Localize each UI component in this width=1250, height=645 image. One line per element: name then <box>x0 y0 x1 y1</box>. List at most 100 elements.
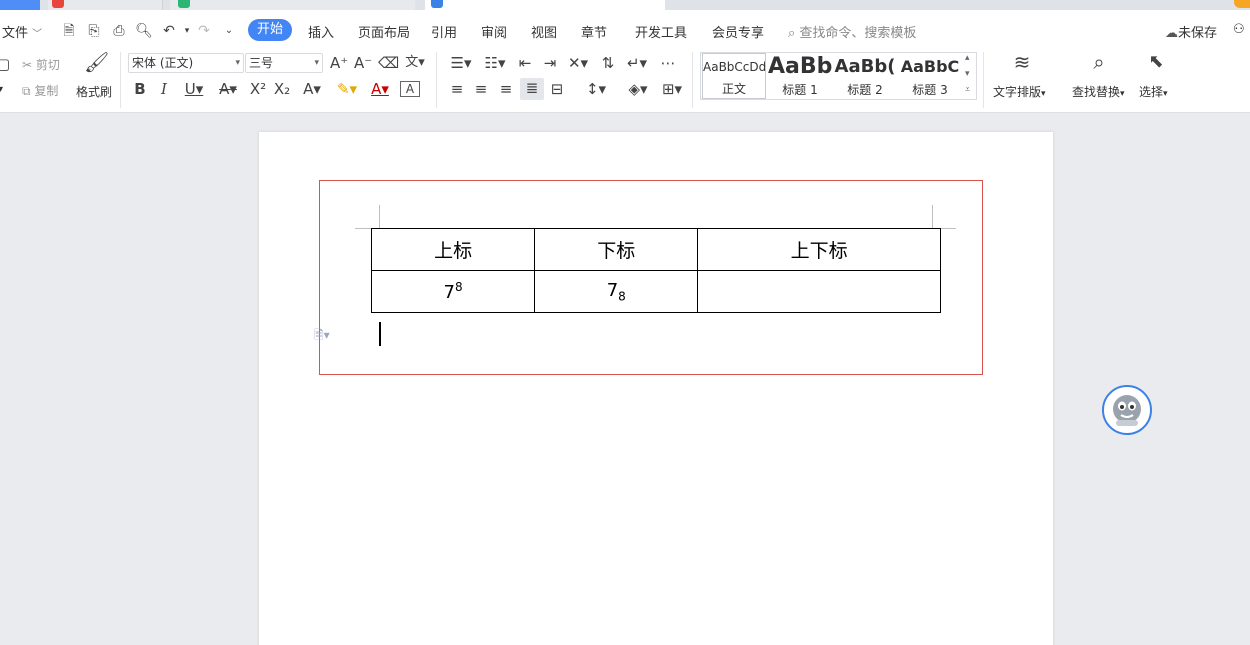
find-replace-icon[interactable]: ⌕ <box>1087 52 1111 78</box>
styles-scroll-down-icon[interactable]: ▾ <box>965 69 970 79</box>
find-replace-button[interactable]: 查找替换▾ <box>1072 83 1125 100</box>
tab-start[interactable]: 开始 <box>248 19 292 41</box>
cursor-select-icon[interactable]: ⬉ <box>1146 52 1166 78</box>
cloud-icon: ☁ <box>1165 26 1178 41</box>
copy-button[interactable]: ⧉ 复制 <box>22 82 58 99</box>
user-icon[interactable]: ⚇ <box>1233 22 1245 37</box>
shading-icon[interactable]: ◈▾ <box>624 79 652 99</box>
text-layout-icon[interactable]: ≋ <box>1010 52 1034 78</box>
table-header-cell[interactable]: 上标 <box>370 228 536 271</box>
bullet-list-icon[interactable]: ☰▾ <box>448 53 474 73</box>
window-tab-strip <box>0 0 1250 10</box>
borders-icon[interactable]: ⊞▾ <box>658 79 686 99</box>
tab-document-active[interactable] <box>425 0 665 10</box>
command-search-placeholder: 查找命令、搜索模板 <box>799 26 917 41</box>
align-left-icon[interactable]: ≡ <box>448 79 466 99</box>
table-header-cell[interactable]: 上下标 <box>697 228 941 271</box>
align-center-icon[interactable]: ≡ <box>472 79 490 99</box>
save-status[interactable]: ☁未保存 <box>1165 22 1217 41</box>
paste-dropdown-icon[interactable]: ▾ <box>0 84 3 95</box>
justify-icon[interactable]: ≣ <box>520 78 544 100</box>
styles-scroll-up-icon[interactable]: ▴ <box>965 53 970 63</box>
font-name-select[interactable]: 宋体 (正文) ▾ <box>128 53 244 73</box>
distribute-icon[interactable]: ⊟ <box>548 79 566 99</box>
crop-mark <box>379 205 380 229</box>
supsub-cell[interactable] <box>697 270 941 313</box>
print-preview-icon[interactable]: 🔍︎ <box>135 22 153 40</box>
subscript-cell[interactable]: 78 <box>534 270 699 313</box>
tab-references[interactable]: 引用 <box>431 22 457 41</box>
export-pdf-icon[interactable]: ⎘ <box>85 22 103 40</box>
line-spacing-icon[interactable]: ↕▾ <box>582 79 610 99</box>
undo-dropdown-icon[interactable]: ▾ <box>178 22 196 40</box>
document-table[interactable]: 上标 下标 上下标 78 78 <box>370 228 941 313</box>
style-normal[interactable]: AaBbCcDd 正文 <box>702 53 766 99</box>
align-right-icon[interactable]: ≡ <box>497 79 515 99</box>
assistant-icon[interactable] <box>1102 385 1152 435</box>
redo-icon[interactable]: ↷ <box>195 22 213 40</box>
document-page[interactable]: 上标 下标 上下标 78 78 🗎▾ <box>259 132 1053 645</box>
tab-home[interactable] <box>0 0 40 10</box>
tab-view[interactable]: 视图 <box>531 22 557 41</box>
sort-icon[interactable]: ⇅ <box>598 53 618 73</box>
underline-icon[interactable]: U▾ <box>180 79 208 99</box>
superscript-cell[interactable]: 78 <box>370 270 536 313</box>
save-icon[interactable]: 🗎 <box>60 22 78 40</box>
menu-file[interactable]: 文件 ﹀ <box>2 22 42 41</box>
group-divider <box>120 52 121 108</box>
print-icon[interactable]: ⎙ <box>110 22 128 40</box>
decrease-font-icon[interactable]: A⁻ <box>354 53 372 73</box>
text-layout-button[interactable]: 文字排版▾ <box>993 83 1046 100</box>
tab-document-1[interactable] <box>48 0 163 10</box>
format-painter-button[interactable]: 格式刷 <box>76 83 112 100</box>
styles-more-icon[interactable]: ⩡ <box>965 85 970 95</box>
phonetic-guide-icon[interactable]: 文▾ <box>402 53 428 73</box>
tab-review[interactable]: 审阅 <box>481 22 507 41</box>
increase-font-icon[interactable]: A⁺ <box>330 53 348 73</box>
tab-page-layout[interactable]: 页面布局 <box>358 22 410 41</box>
quick-access-more-icon[interactable]: ⌄ <box>220 22 238 40</box>
italic-icon[interactable]: I <box>156 79 172 99</box>
font-color-icon[interactable]: A▾ <box>366 79 394 99</box>
tab-insert[interactable]: 插入 <box>308 22 334 41</box>
increase-indent-icon[interactable]: ⇥ <box>540 53 560 73</box>
decrease-indent-icon[interactable]: ⇤ <box>515 53 535 73</box>
select-button[interactable]: 选择▾ <box>1139 83 1168 100</box>
undo-icon[interactable]: ↶ <box>160 22 178 40</box>
show-marks-icon[interactable]: ↵▾ <box>624 53 650 73</box>
tab-document-2[interactable] <box>170 0 415 10</box>
text-effect-icon[interactable]: A▾ <box>298 79 326 99</box>
text-cursor <box>379 322 381 346</box>
scissors-icon: ✂ <box>22 58 33 72</box>
assistant-avatar-icon <box>1113 395 1141 426</box>
numbered-list-icon[interactable]: ☷▾ <box>482 53 508 73</box>
chinese-layout-icon[interactable]: ✕▾ <box>565 53 591 73</box>
paste-icon[interactable]: ▢ <box>0 54 10 74</box>
group-divider <box>983 52 984 108</box>
table-header-cell[interactable]: 下标 <box>534 228 699 271</box>
tab-stops-icon[interactable]: ⋯ <box>657 53 679 73</box>
command-search[interactable]: ⌕ 查找命令、搜索模板 <box>788 22 916 41</box>
group-divider <box>436 52 437 108</box>
cut-button[interactable]: ✂ 剪切 <box>22 56 60 73</box>
superscript-icon[interactable]: X² <box>248 79 268 99</box>
style-heading-2[interactable]: AaBb( 标题 2 <box>833 53 897 99</box>
clear-format-icon[interactable]: ⌫ <box>378 53 399 73</box>
strikethrough-icon[interactable]: A▾ <box>214 79 242 99</box>
table-row: 78 78 <box>370 270 941 313</box>
tab-chapter[interactable]: 章节 <box>581 22 607 41</box>
tab-developer[interactable]: 开发工具 <box>635 22 687 41</box>
style-heading-1[interactable]: AaBb 标题 1 <box>768 53 832 99</box>
paragraph-options-icon[interactable]: 🗎▾ <box>314 326 330 347</box>
corner-badge <box>1234 0 1250 8</box>
character-border-icon[interactable]: A <box>400 81 420 97</box>
copy-icon: ⧉ <box>22 84 31 98</box>
bold-icon[interactable]: B <box>132 79 148 99</box>
subscript-icon[interactable]: X₂ <box>272 79 292 99</box>
tab-member[interactable]: 会员专享 <box>712 22 764 41</box>
style-heading-3[interactable]: AaBbC 标题 3 <box>898 53 962 99</box>
font-size-select[interactable]: 三号 ▾ <box>245 53 323 73</box>
format-painter-icon[interactable]: 🖌︎ <box>84 52 109 72</box>
crop-mark <box>932 205 933 229</box>
highlight-icon[interactable]: ✎▾ <box>332 79 362 99</box>
